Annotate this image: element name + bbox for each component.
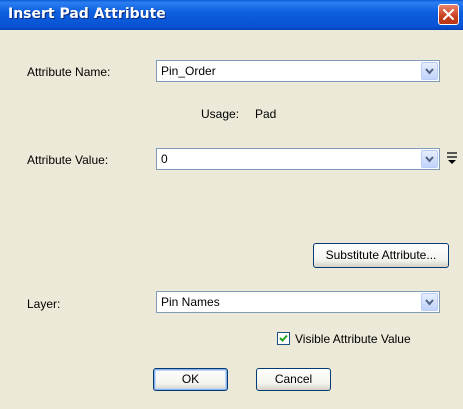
visible-attribute-label[interactable]: Visible Attribute Value [295, 332, 411, 346]
close-icon [443, 9, 454, 20]
visible-attribute-checkbox[interactable] [277, 332, 290, 345]
close-button[interactable] [438, 4, 459, 25]
attribute-name-combo[interactable]: Pin_Order [156, 60, 440, 82]
insert-pad-attribute-dialog: Insert Pad Attribute Attribute Name: Pin… [0, 0, 463, 409]
layer-combo[interactable]: Pin Names [156, 291, 440, 313]
ok-button[interactable]: OK [153, 368, 228, 391]
title-bar[interactable]: Insert Pad Attribute [0, 0, 463, 30]
expand-value-button[interactable] [444, 150, 460, 168]
usage-value: Pad [255, 107, 277, 121]
layer-value: Pin Names [161, 295, 220, 309]
attribute-value-combo[interactable]: 0 [156, 148, 440, 170]
layer-dropdown-button[interactable] [421, 293, 438, 311]
expand-icon [447, 152, 457, 164]
attribute-name-dropdown-button[interactable] [421, 62, 438, 80]
attribute-name-label-text: Attribute Name: [27, 65, 111, 79]
window-title: Insert Pad Attribute [8, 6, 166, 22]
attribute-name-label: Attribute Name: [27, 65, 110, 79]
chevron-down-icon [425, 299, 434, 306]
chevron-down-icon [425, 68, 434, 75]
cancel-button[interactable]: Cancel [256, 368, 331, 391]
layer-label: Layer: [27, 297, 61, 311]
usage-label: Usage: [201, 107, 240, 121]
attribute-name-value: Pin_Order [161, 64, 216, 78]
attribute-value-value: 0 [161, 152, 168, 166]
checkmark-icon [279, 334, 288, 342]
attribute-value-dropdown-button[interactable] [421, 150, 438, 168]
chevron-down-icon [425, 156, 434, 163]
attribute-value-label: Attribute Value: [27, 153, 109, 167]
substitute-attribute-button[interactable]: Substitute Attribute... [313, 243, 449, 268]
